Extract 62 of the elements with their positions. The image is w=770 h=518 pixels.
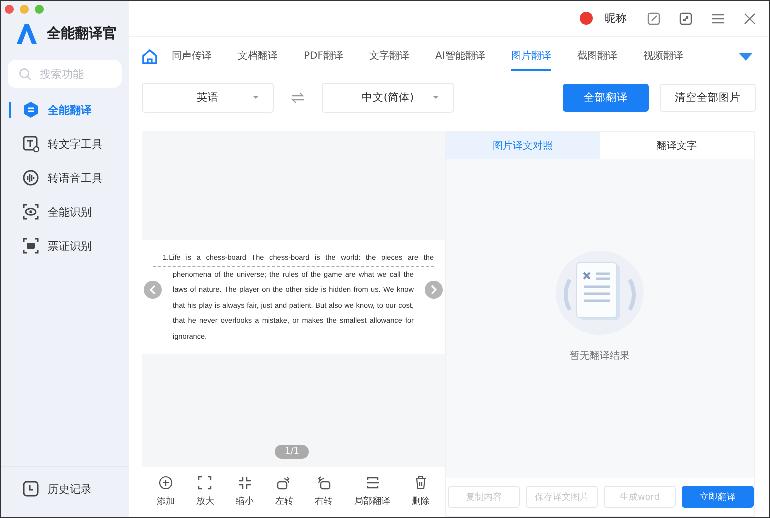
tab[interactable]: 图片译文对照 xyxy=(446,132,600,159)
history-item[interactable]: 历史记录 xyxy=(1,479,129,499)
sidebar-item[interactable]: 票证识别 xyxy=(1,236,129,256)
trash-icon xyxy=(414,476,428,490)
previous-button[interactable] xyxy=(144,281,162,299)
chevron-left-icon xyxy=(149,285,157,295)
action-button[interactable]: 立即翻译 xyxy=(682,486,754,508)
logo-icon xyxy=(17,23,37,45)
app-title: 全能翻译官 xyxy=(47,25,117,43)
expand-icon xyxy=(198,476,212,490)
search-icon xyxy=(19,68,32,81)
shrink-icon xyxy=(238,476,252,490)
source-language-select[interactable]: 英语 xyxy=(142,83,274,113)
tab[interactable]: AI智能翻译 xyxy=(435,43,486,71)
translate-icon xyxy=(22,101,40,119)
next-button[interactable] xyxy=(425,281,443,299)
edit-icon[interactable] xyxy=(647,12,661,26)
toolbar-button[interactable]: 添加 xyxy=(156,476,175,508)
scan-icon xyxy=(22,237,40,255)
swap-icon[interactable] xyxy=(291,92,305,104)
empty-message: 暂无翻译结果 xyxy=(570,350,630,362)
search-field[interactable]: 搜索功能 xyxy=(8,60,122,88)
menu-icon[interactable] xyxy=(711,12,725,26)
avatar-icon[interactable] xyxy=(580,12,593,25)
clock-icon xyxy=(22,480,40,498)
toolbar-button[interactable]: 删除 xyxy=(412,476,430,508)
close-icon[interactable] xyxy=(743,12,757,26)
tab[interactable]: 文档翻译 xyxy=(238,43,278,71)
tab[interactable]: 同声传译 xyxy=(172,43,212,71)
home-icon[interactable] xyxy=(142,49,158,65)
page-indicator: 1/1 xyxy=(275,445,310,459)
clear-button[interactable]: 清空全部图片 xyxy=(660,84,756,112)
close-dot[interactable] xyxy=(5,5,14,14)
resize-icon[interactable] xyxy=(679,12,693,26)
sidebar-item[interactable]: 转文字工具 xyxy=(1,134,129,154)
tab[interactable]: 图片翻译 xyxy=(511,43,552,71)
toolbar-button[interactable]: 左转 xyxy=(275,476,294,508)
tab[interactable]: 文字翻译 xyxy=(369,43,410,71)
minimize-dot[interactable] xyxy=(20,5,29,14)
tab[interactable]: 视频翻译 xyxy=(643,43,684,71)
translate-all-button[interactable]: 全部翻译 xyxy=(563,84,649,112)
sidebar-item[interactable]: 全能识别 xyxy=(1,202,129,222)
rotate-right-icon xyxy=(317,476,332,490)
toolbar-button[interactable]: 右转 xyxy=(315,476,334,508)
audio-icon xyxy=(22,169,40,187)
toolbar-button[interactable]: 局部翻译 xyxy=(354,476,391,508)
sidebar-item[interactable]: 全能翻译 xyxy=(1,100,129,120)
rotate-left-icon xyxy=(277,476,292,490)
crop-icon xyxy=(366,476,380,490)
toolbar-button[interactable]: 缩小 xyxy=(236,476,254,508)
add-icon xyxy=(158,476,173,490)
user-name: 昵称 xyxy=(605,11,627,26)
text-icon xyxy=(22,135,40,153)
chevron-right-icon xyxy=(430,285,438,295)
sidebar-item[interactable]: 转语音工具 xyxy=(1,168,129,188)
dropdown-arrow-icon[interactable] xyxy=(739,52,753,62)
target-language-select[interactable]: 中文(简体) xyxy=(322,83,454,113)
tab[interactable]: PDF翻译 xyxy=(304,43,344,71)
eye-icon xyxy=(22,203,40,221)
toolbar-button[interactable]: 放大 xyxy=(196,476,214,508)
tab[interactable]: 截图翻译 xyxy=(577,43,618,71)
zoom-dot[interactable] xyxy=(35,5,44,14)
